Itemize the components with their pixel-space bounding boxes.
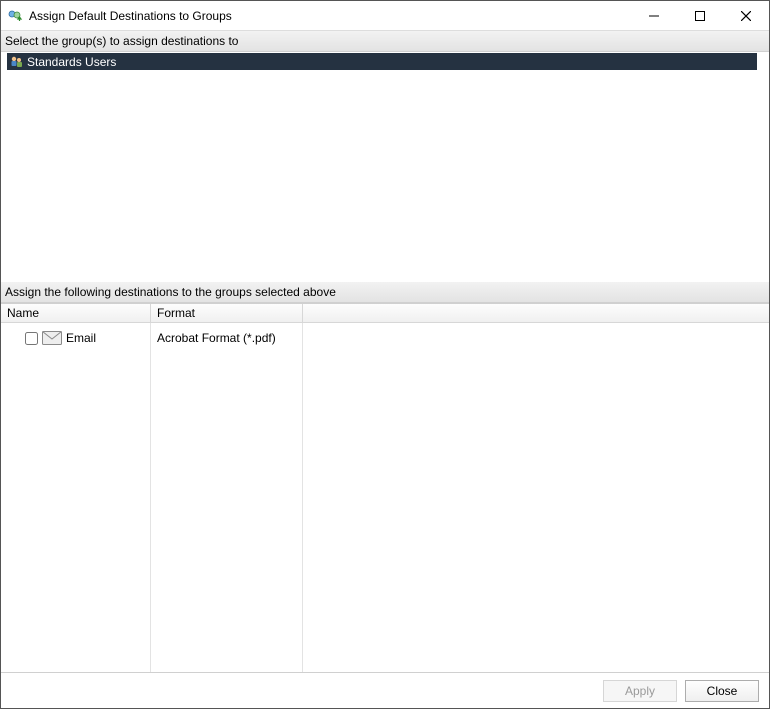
column-header-spacer — [303, 304, 769, 322]
destination-checkbox[interactable] — [25, 332, 38, 345]
destinations-table: Name Format Email Ac — [1, 303, 769, 672]
dialog-window: Assign Default Destinations to Groups Se… — [0, 0, 770, 709]
table-col-format: Acrobat Format (*.pdf) — [151, 323, 303, 672]
table-row[interactable]: Email — [7, 329, 144, 347]
title-bar: Assign Default Destinations to Groups — [1, 1, 769, 31]
group-list-item[interactable]: Standards Users — [7, 53, 757, 70]
window-title: Assign Default Destinations to Groups — [29, 9, 631, 23]
users-group-icon — [9, 54, 25, 70]
table-col-rest — [303, 323, 769, 672]
table-row[interactable]: Acrobat Format (*.pdf) — [157, 329, 296, 347]
column-header-format[interactable]: Format — [151, 304, 303, 322]
destinations-section-label: Assign the following destinations to the… — [1, 282, 769, 303]
close-button[interactable]: Close — [685, 680, 759, 702]
table-header: Name Format — [1, 304, 769, 323]
table-body: Email Acrobat Format (*.pdf) — [1, 323, 769, 672]
window-controls — [631, 1, 769, 30]
group-list[interactable]: Standards Users — [1, 52, 769, 282]
table-col-name: Email — [1, 323, 151, 672]
group-item-label: Standards Users — [27, 55, 116, 69]
minimize-button[interactable] — [631, 1, 677, 30]
destination-name: Email — [66, 331, 96, 345]
apply-button[interactable]: Apply — [603, 680, 677, 702]
dialog-footer: Apply Close — [1, 672, 769, 708]
close-window-button[interactable] — [723, 1, 769, 30]
email-icon — [42, 331, 62, 345]
app-icon — [7, 8, 23, 24]
maximize-button[interactable] — [677, 1, 723, 30]
column-header-name[interactable]: Name — [1, 304, 151, 322]
destination-format: Acrobat Format (*.pdf) — [157, 331, 276, 345]
groups-section-label: Select the group(s) to assign destinatio… — [1, 31, 769, 52]
